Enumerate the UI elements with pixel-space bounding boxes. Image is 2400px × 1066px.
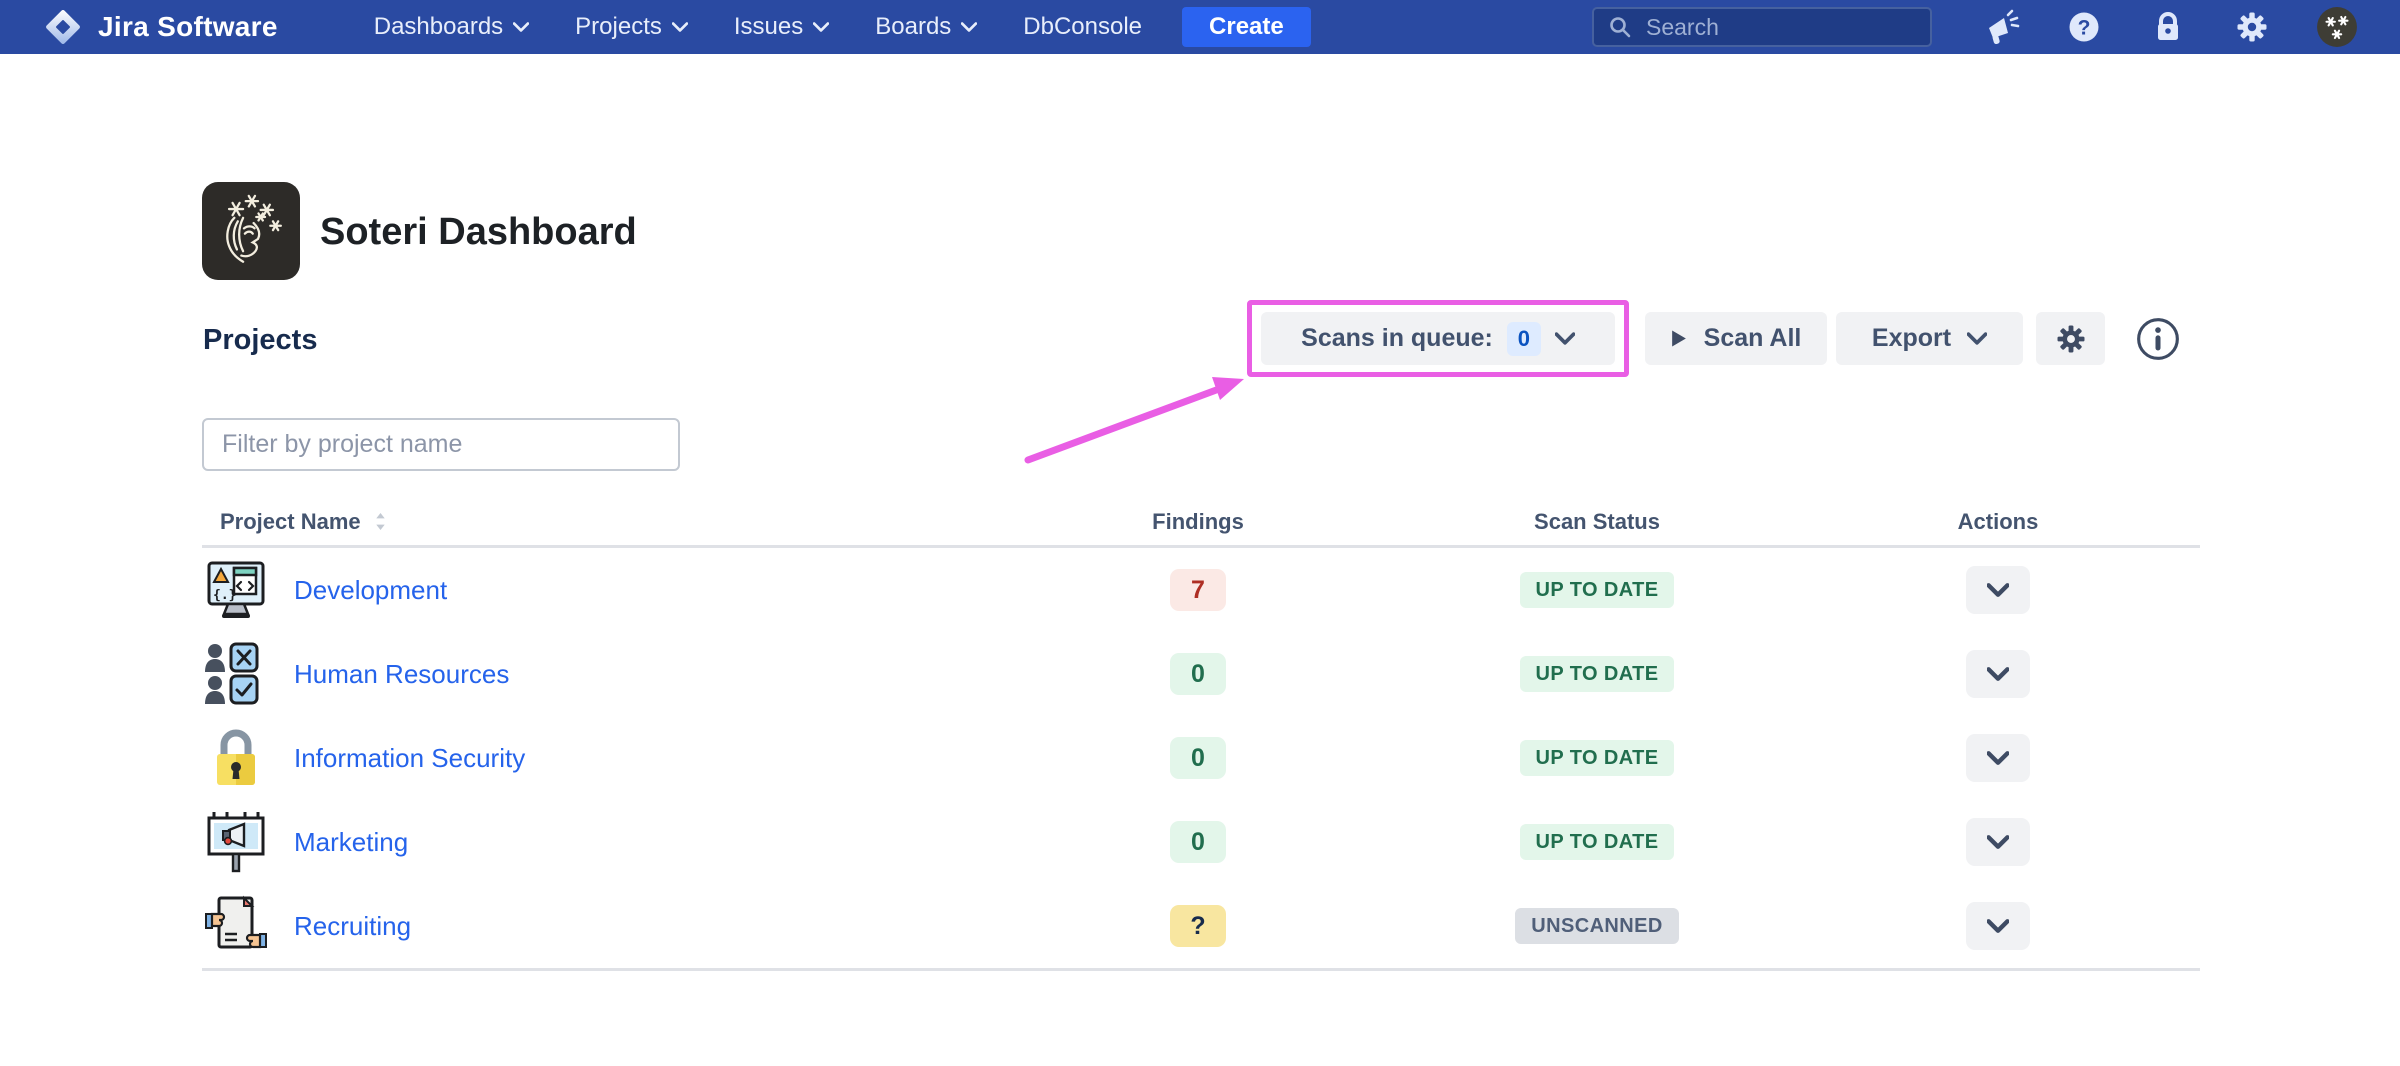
row-actions-dropdown[interactable]	[1966, 902, 2030, 950]
svg-text:{.}: {.}	[213, 588, 236, 603]
nav-dbconsole[interactable]: DbConsole	[1023, 13, 1142, 41]
project-link[interactable]: Development	[294, 575, 447, 606]
play-icon	[1671, 329, 1687, 348]
create-button[interactable]: Create	[1182, 7, 1311, 47]
page-title: Soteri Dashboard	[320, 206, 637, 258]
project-link[interactable]: Recruiting	[294, 911, 411, 942]
findings-badge: ?	[1170, 905, 1226, 947]
nav-dashboards[interactable]: Dashboards	[374, 13, 529, 41]
nav-boards[interactable]: Boards	[875, 13, 977, 41]
table-row: Recruiting ? UNSCANNED	[202, 884, 2200, 968]
information-security-project-icon	[204, 726, 268, 790]
column-header-project-name[interactable]: Project Name	[202, 509, 1102, 535]
gear-icon	[2053, 321, 2089, 357]
gear-icon[interactable]	[2232, 7, 2272, 47]
findings-badge: 7	[1170, 569, 1226, 611]
scans-in-queue-dropdown[interactable]: Scans in queue: 0	[1261, 312, 1615, 365]
projects-table: Project Name Findings Scan Status Action…	[202, 498, 2200, 971]
table-row: {.} Development 7 UP TO DATE	[202, 548, 2200, 632]
nav-label: Issues	[734, 13, 803, 41]
row-actions-dropdown[interactable]	[1966, 818, 2030, 866]
help-icon[interactable]: ?	[2064, 7, 2104, 47]
table-row: Human Resources 0 UP TO DATE	[202, 632, 2200, 716]
export-label: Export	[1872, 324, 1951, 353]
sort-icon	[374, 512, 387, 531]
nav-issues[interactable]: Issues	[734, 13, 829, 41]
search-input[interactable]	[1644, 13, 1944, 42]
scan-all-label: Scan All	[1704, 324, 1802, 353]
project-filter-input[interactable]	[202, 418, 680, 471]
info-icon[interactable]	[2135, 316, 2181, 362]
chevron-down-icon	[813, 22, 829, 32]
export-dropdown[interactable]: Export	[1836, 312, 2023, 365]
chevron-down-icon	[1555, 332, 1575, 345]
chevron-down-icon	[1967, 332, 1987, 345]
lock-icon[interactable]	[2148, 7, 2188, 47]
project-link[interactable]: Information Security	[294, 743, 525, 774]
marketing-project-icon	[204, 810, 268, 874]
nav-projects[interactable]: Projects	[575, 13, 688, 41]
search-icon	[1608, 15, 1632, 39]
primary-nav: Dashboards Projects Issues Boards DbCons…	[374, 13, 1142, 41]
human-resources-project-icon	[204, 642, 268, 706]
chevron-down-icon	[672, 22, 688, 32]
scans-in-queue-count-badge: 0	[1507, 322, 1541, 356]
scan-status-badge: UP TO DATE	[1520, 572, 1675, 608]
jira-diamond-icon	[42, 6, 84, 48]
megaphone-icon[interactable]	[1980, 7, 2020, 47]
table-body: {.} Development 7 UP TO DATE	[202, 548, 2200, 971]
findings-badge: 0	[1170, 737, 1226, 779]
soteri-app-logo	[202, 182, 300, 280]
table-header-row: Project Name Findings Scan Status Action…	[202, 498, 2200, 548]
row-actions-dropdown[interactable]	[1966, 650, 2030, 698]
annotation-arrow	[1005, 362, 1265, 472]
projects-section-title: Projects	[203, 324, 317, 357]
nav-label: DbConsole	[1023, 13, 1142, 41]
table-row: Information Security 0 UP TO DATE	[202, 716, 2200, 800]
user-avatar[interactable]	[2316, 6, 2358, 48]
scans-in-queue-label: Scans in queue:	[1301, 324, 1493, 353]
top-navbar: Jira Software Dashboards Projects Issues…	[0, 0, 2400, 54]
scan-status-badge: UP TO DATE	[1520, 656, 1675, 692]
row-actions-dropdown[interactable]	[1966, 566, 2030, 614]
navbar-search[interactable]	[1592, 7, 1932, 47]
recruiting-project-icon	[204, 894, 268, 958]
scan-status-badge: UP TO DATE	[1520, 740, 1675, 776]
navbar-icon-group: ?	[1980, 6, 2358, 48]
project-link[interactable]: Marketing	[294, 827, 408, 858]
settings-gear-button[interactable]	[2036, 312, 2105, 365]
svg-text:?: ?	[2078, 17, 2091, 40]
chevron-down-icon	[961, 22, 977, 32]
jira-logo[interactable]: Jira Software	[42, 6, 278, 48]
table-row: Marketing 0 UP TO DATE	[202, 800, 2200, 884]
column-header-scan-status: Scan Status	[1492, 509, 1702, 535]
nav-label: Boards	[875, 13, 951, 41]
header-label: Project Name	[220, 509, 361, 535]
scan-status-badge: UNSCANNED	[1515, 908, 1678, 944]
nav-label: Dashboards	[374, 13, 503, 41]
jira-logo-text: Jira Software	[98, 11, 278, 43]
scan-all-button[interactable]: Scan All	[1645, 312, 1827, 365]
project-link[interactable]: Human Resources	[294, 659, 509, 690]
development-project-icon: {.}	[204, 558, 268, 622]
findings-badge: 0	[1170, 821, 1226, 863]
scan-status-badge: UP TO DATE	[1520, 824, 1675, 860]
row-actions-dropdown[interactable]	[1966, 734, 2030, 782]
chevron-down-icon	[513, 22, 529, 32]
nav-label: Projects	[575, 13, 662, 41]
column-header-findings: Findings	[1102, 509, 1294, 535]
findings-badge: 0	[1170, 653, 1226, 695]
column-header-actions: Actions	[1902, 509, 2094, 535]
